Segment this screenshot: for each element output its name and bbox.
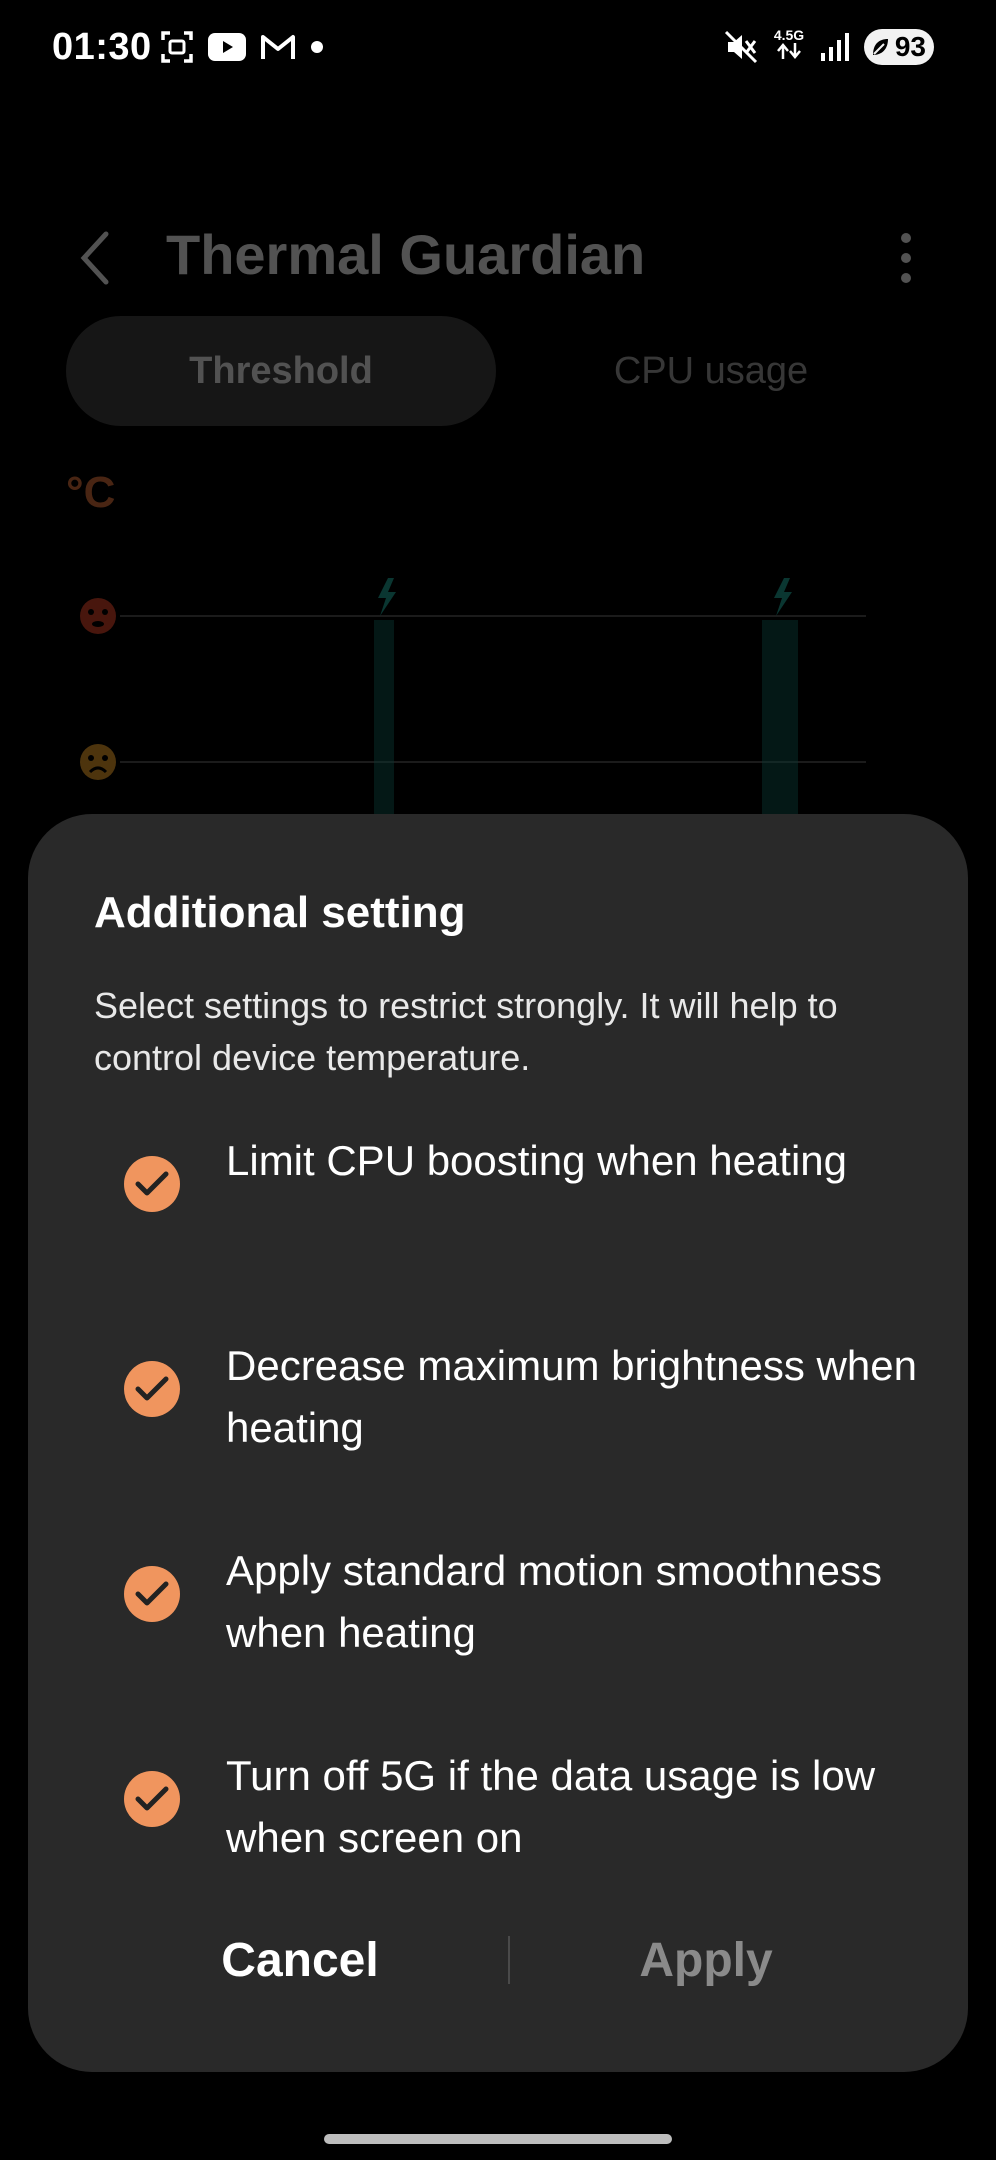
battery-indicator: 93 bbox=[864, 28, 934, 65]
option-label: Decrease maximum brightness when heating bbox=[226, 1342, 917, 1451]
cancel-button[interactable]: Cancel bbox=[110, 1912, 490, 2008]
checkbox-checked-icon[interactable] bbox=[124, 1566, 180, 1622]
status-time: 01:30 bbox=[52, 26, 152, 68]
option-decrease-brightness[interactable]: Decrease maximum brightness when heating bbox=[94, 1335, 934, 1475]
button-divider bbox=[508, 1936, 510, 1984]
app-top-bar: Thermal Guardian bbox=[0, 160, 996, 286]
dialog-title: Additional setting bbox=[94, 888, 466, 937]
option-label: Turn off 5G if the data usage is low whe… bbox=[226, 1752, 876, 1861]
option-label: Limit CPU boosting when heating bbox=[226, 1137, 848, 1184]
notification-icons bbox=[160, 30, 324, 64]
checkbox-checked-icon[interactable] bbox=[124, 1361, 180, 1417]
worried-face-icon bbox=[80, 744, 116, 780]
battery-saver-icon bbox=[873, 38, 888, 55]
network-type-label: 4.5G bbox=[773, 27, 805, 43]
mute-icon bbox=[724, 30, 758, 63]
tab-threshold[interactable]: Threshold bbox=[66, 316, 496, 426]
lightning-icon bbox=[378, 578, 396, 616]
checkbox-checked-icon[interactable] bbox=[124, 1156, 180, 1212]
option-standard-motion-smoothness[interactable]: Apply standard motion smoothness when he… bbox=[94, 1540, 934, 1680]
additional-setting-dialog: Additional setting Select settings to re… bbox=[28, 814, 968, 2072]
dialog-description: Select settings to restrict strongly. It… bbox=[94, 985, 838, 1078]
option-limit-cpu-boosting[interactable]: Limit CPU boosting when heating bbox=[94, 1130, 934, 1270]
tab-cpu-usage[interactable]: CPU usage bbox=[496, 316, 926, 426]
apply-button[interactable]: Apply bbox=[516, 1912, 896, 2008]
gmail-icon bbox=[261, 35, 295, 59]
lightning-icon bbox=[774, 578, 792, 616]
dot-icon bbox=[311, 41, 323, 53]
tab-bar: Threshold CPU usage bbox=[66, 316, 930, 426]
dialog-actions: Cancel Apply bbox=[28, 1912, 968, 2008]
system-icons: 4.5G 93 bbox=[724, 28, 934, 65]
youtube-icon bbox=[208, 33, 246, 61]
option-label: Apply standard motion smoothness when he… bbox=[226, 1547, 883, 1656]
checkbox-checked-icon[interactable] bbox=[124, 1771, 180, 1827]
back-icon[interactable] bbox=[76, 230, 116, 286]
page-title: Thermal Guardian bbox=[166, 223, 646, 286]
data-arrows-icon: 4.5G bbox=[772, 28, 806, 65]
hot-face-icon bbox=[80, 598, 116, 634]
signal-icon bbox=[821, 32, 849, 61]
more-options-icon[interactable] bbox=[898, 232, 914, 284]
home-indicator[interactable] bbox=[324, 2134, 672, 2144]
status-bar: 01:30 4.5G 93 bbox=[0, 0, 996, 100]
screenshot-icon bbox=[161, 31, 193, 63]
option-turn-off-5g[interactable]: Turn off 5G if the data usage is low whe… bbox=[94, 1745, 934, 1885]
temperature-unit-label: °C bbox=[66, 468, 116, 517]
battery-level: 93 bbox=[894, 30, 926, 62]
